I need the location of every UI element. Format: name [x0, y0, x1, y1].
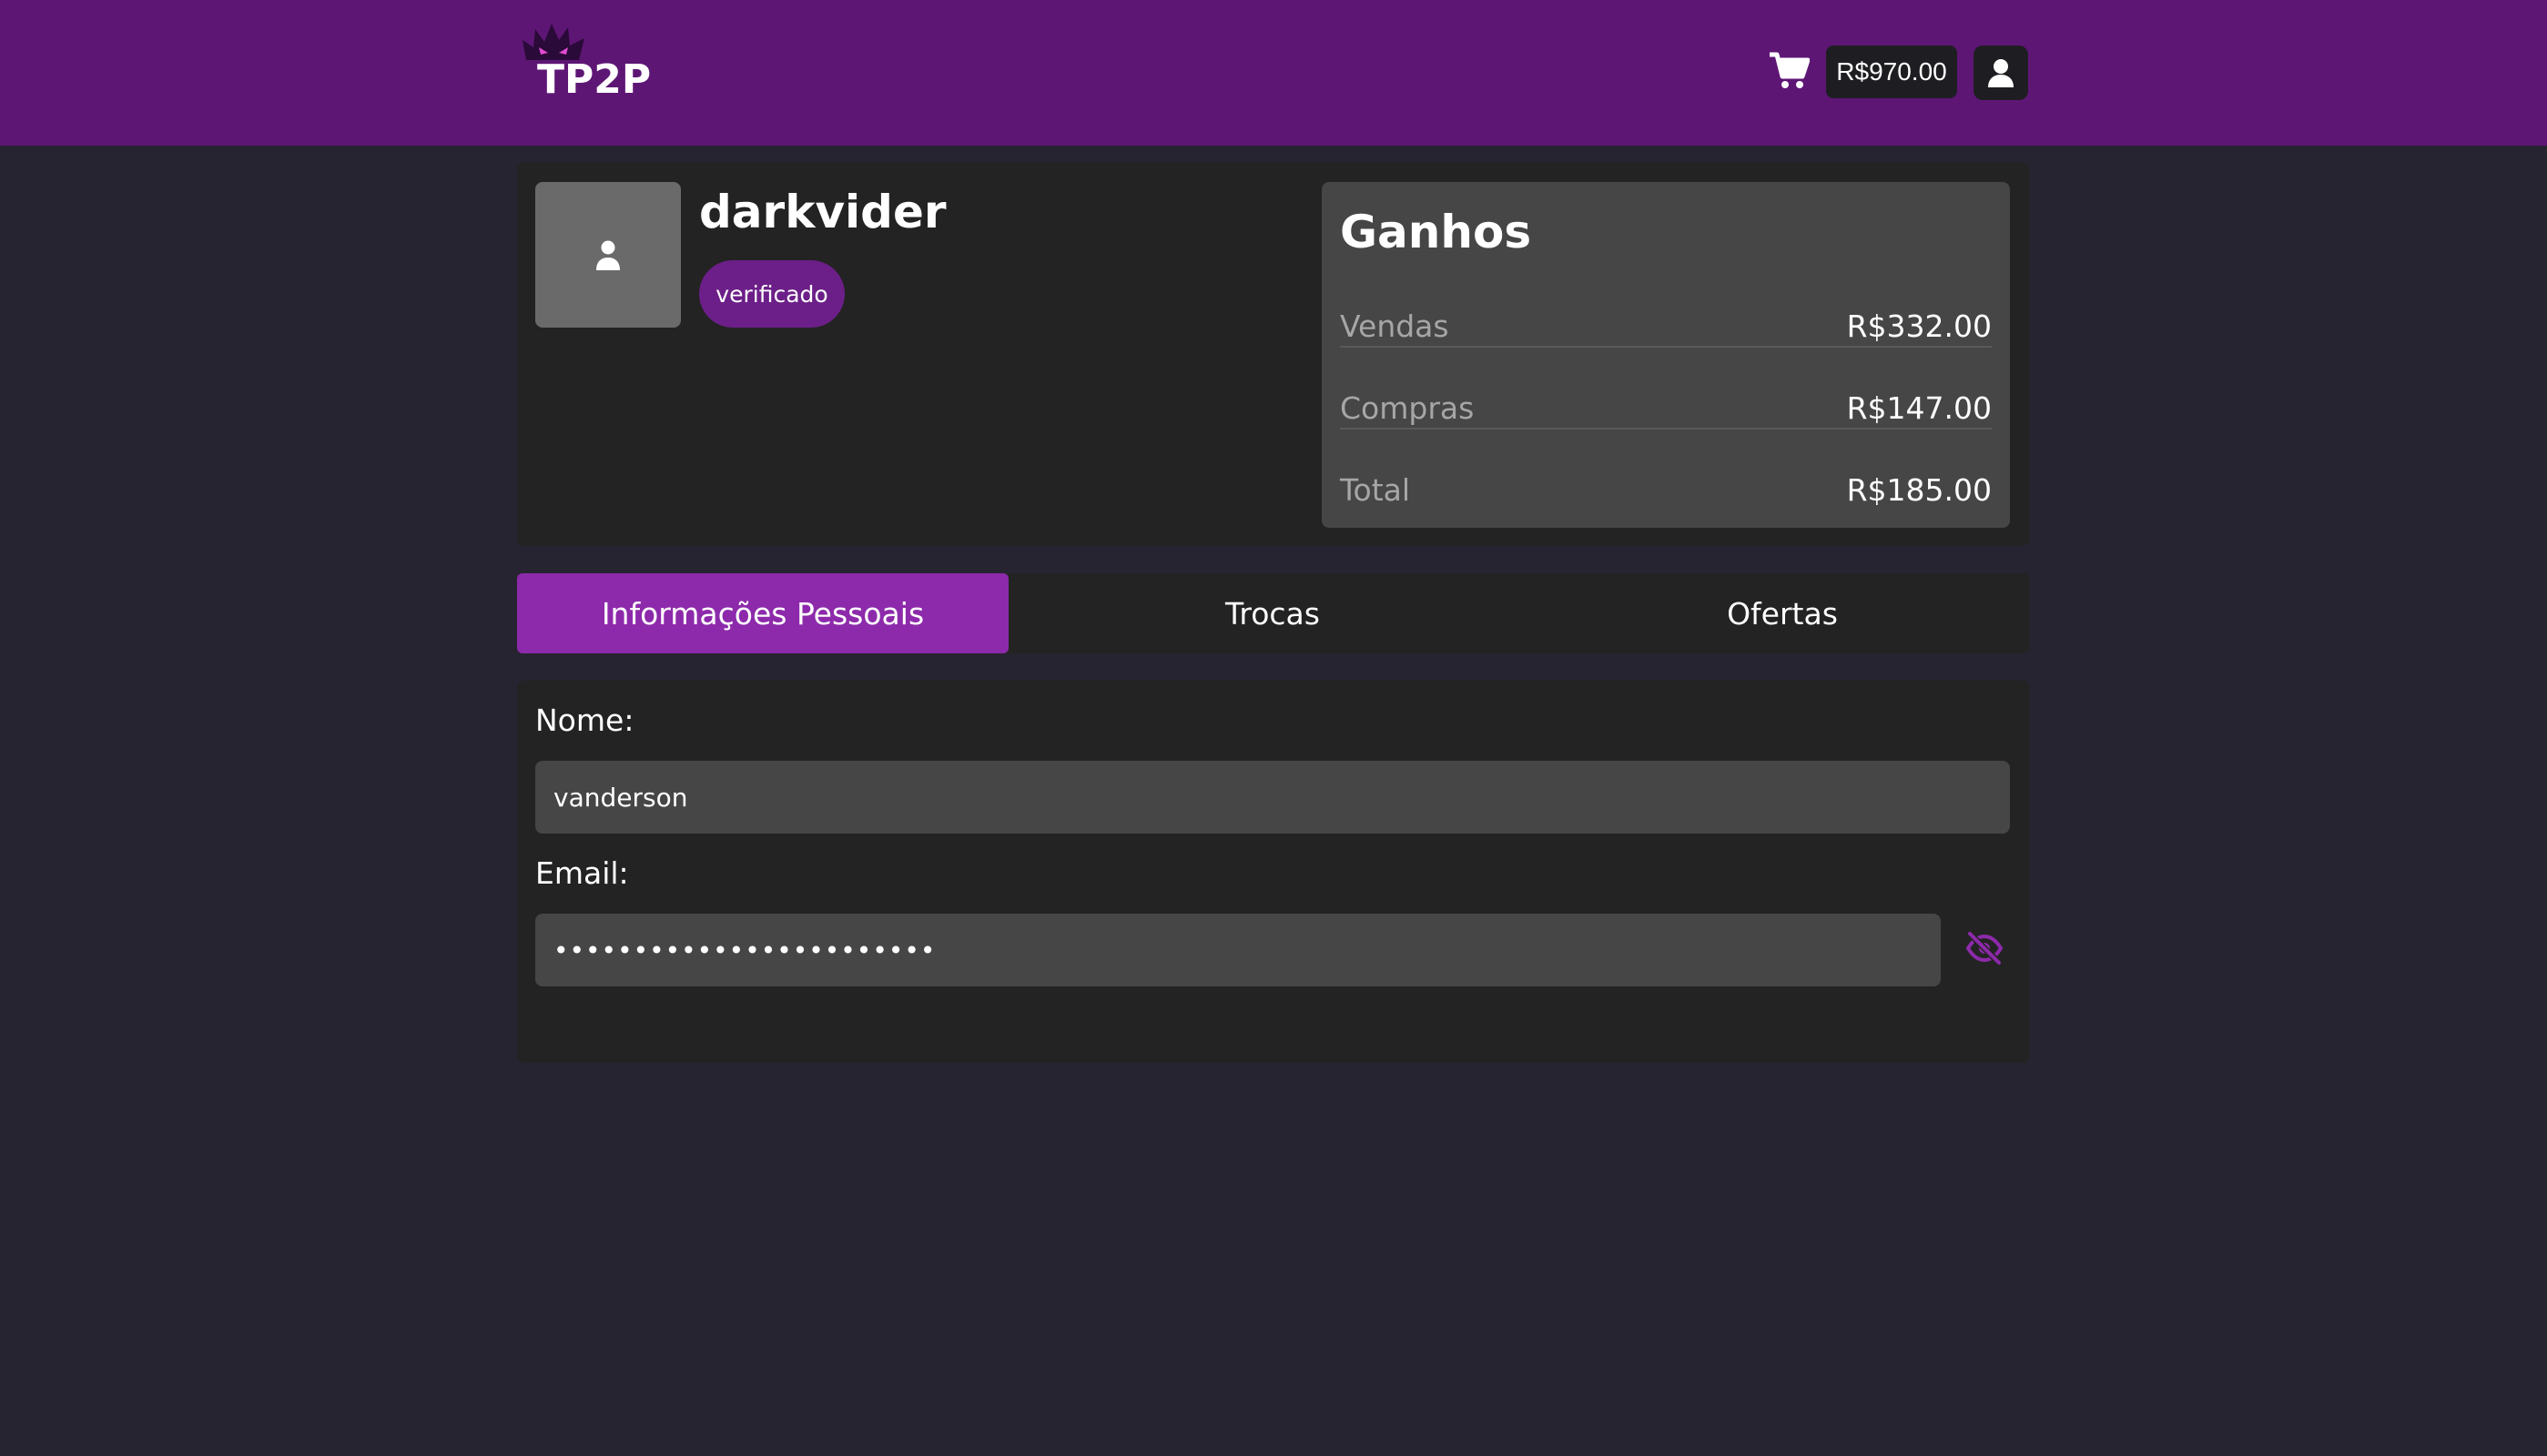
site-logo[interactable]: TP2P: [521, 20, 685, 111]
user-icon: [596, 240, 620, 270]
divider: [1340, 428, 1992, 430]
earnings-value: R$147.00: [1846, 389, 1992, 426]
wallet-balance[interactable]: R$970.00: [1826, 46, 1957, 98]
avatar[interactable]: [535, 182, 681, 328]
earnings-panel: Ganhos Vendas R$332.00 Compras R$147.00 …: [1322, 182, 2010, 528]
profile-card: darkvider verificado Ganhos Vendas R$332…: [517, 162, 2030, 546]
earnings-title: Ganhos: [1340, 206, 1532, 258]
email-field[interactable]: [535, 914, 1941, 986]
personal-info-form: Nome: Email:: [517, 681, 2030, 1063]
name-label: Nome:: [535, 703, 634, 738]
name-field[interactable]: [535, 761, 2010, 834]
tab-trades[interactable]: Trocas: [1027, 573, 1518, 653]
earnings-row-sales: Vendas R$332.00: [1340, 286, 1992, 366]
earnings-label: Vendas: [1340, 308, 1449, 344]
eye-slash-icon[interactable]: [1964, 930, 2004, 966]
earnings-row-total: Total R$185.00: [1340, 450, 1992, 530]
user-menu-button[interactable]: [1974, 46, 2028, 100]
earnings-value: R$185.00: [1846, 471, 1992, 508]
profile-tabs: Informações Pessoais Trocas Ofertas: [517, 573, 2030, 653]
tab-offers[interactable]: Ofertas: [1537, 573, 2028, 653]
email-label: Email:: [535, 855, 629, 891]
tab-personal-info[interactable]: Informações Pessoais: [517, 573, 1009, 653]
cart-icon[interactable]: [1768, 51, 1810, 91]
earnings-row-purchases: Compras R$147.00: [1340, 368, 1992, 448]
verified-badge: verificado: [699, 260, 845, 328]
top-navbar: TP2P R$970.00: [0, 0, 2547, 146]
username: darkvider: [699, 186, 947, 238]
divider: [1340, 346, 1992, 348]
earnings-value: R$332.00: [1846, 308, 1992, 344]
logo-text: TP2P: [537, 56, 652, 103]
earnings-label: Total: [1340, 471, 1411, 508]
earnings-label: Compras: [1340, 389, 1475, 426]
user-icon: [1988, 59, 2014, 87]
